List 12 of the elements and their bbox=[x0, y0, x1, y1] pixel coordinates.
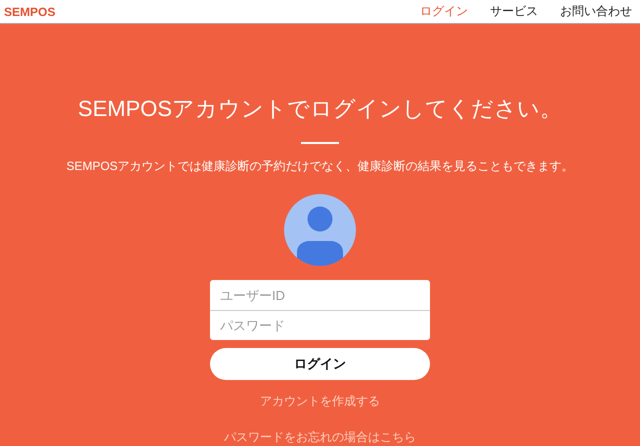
avatar-icon bbox=[284, 194, 356, 266]
subtitle: SEMPOSアカウントでは健康診断の予約だけでなく、健康診断の結果を見ることもできます。 bbox=[66, 158, 574, 175]
brand-logo[interactable]: SEMPOS bbox=[4, 4, 398, 18]
user-id-field[interactable]: ユーザーID bbox=[210, 280, 430, 310]
nav-link[interactable]: お問い合わせ bbox=[560, 3, 632, 20]
page-title: SEMPOSアカウントでログインしてください。 bbox=[78, 95, 562, 123]
login-button[interactable]: ログイン bbox=[210, 348, 430, 380]
nav-link[interactable]: ログイン bbox=[420, 3, 468, 20]
password-field[interactable]: パスワード bbox=[210, 310, 430, 340]
nav-link[interactable]: サービス bbox=[490, 3, 538, 20]
text-link[interactable]: アカウントを作成する bbox=[260, 393, 380, 410]
text-link[interactable]: パスワードをお忘れの場合はこちら bbox=[224, 429, 416, 446]
